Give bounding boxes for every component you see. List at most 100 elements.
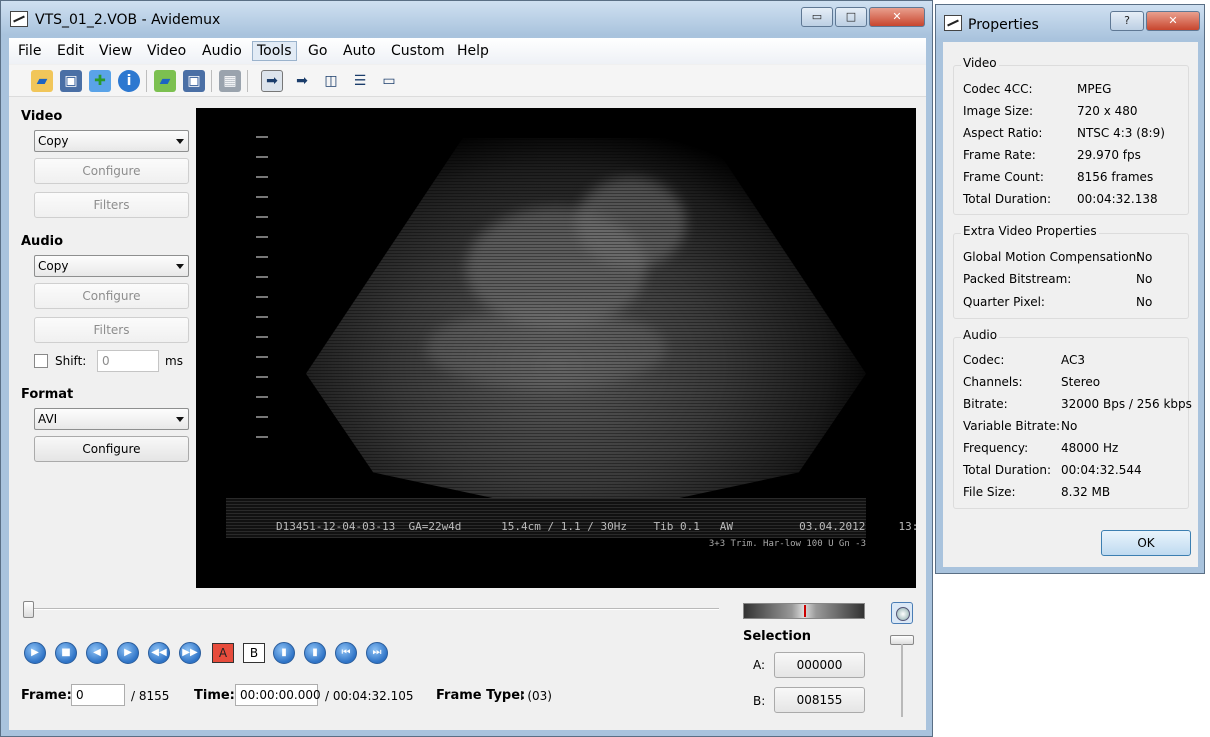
input-view-icon[interactable]: ➡ [291,70,313,92]
save-file-icon[interactable]: ▣ [60,70,82,92]
shift-checkbox[interactable] [34,354,48,368]
variable-bitrate-label: Variable Bitrate: [963,419,1061,433]
next-black-frame-icon[interactable]: ▮ [304,642,326,664]
video-filters-button[interactable]: Filters [34,192,189,218]
jog-shuttle[interactable] [743,603,865,619]
frame-count-label: Frame Count: [963,170,1044,184]
main-client-area: File Edit View Video Audio Tools Go Auto… [9,38,926,730]
frame-type-value: I (03) [520,689,552,703]
selection-a-button[interactable]: 000000 [774,652,865,678]
properties-content: Video Codec 4CC: MPEG Image Size: 720 x … [943,42,1198,567]
audio-group-title: Audio [961,328,1000,342]
audio-section-label: Audio [21,234,64,249]
menu-tools[interactable]: Tools [252,41,297,61]
open-file-icon[interactable]: ▰ [31,70,53,92]
preview-icon[interactable]: ▭ [378,70,400,92]
frequency-value: 48000 Hz [1061,441,1119,455]
video-codec-select[interactable]: Copy [34,130,189,152]
help-button[interactable]: ? [1110,11,1144,31]
toolbar-separator [211,70,212,92]
shift-value: 0 [102,354,110,368]
gmc-label: Global Motion Compensation: [963,250,1141,264]
menu-edit[interactable]: Edit [53,42,88,62]
audio-configure-button[interactable]: Configure [34,283,189,309]
prev-keyframe-icon[interactable]: ◀◀ [148,642,170,664]
channels-value: Stereo [1061,375,1101,389]
bitrate-value: 32000 Bps / 256 kbps [1061,397,1192,411]
properties-close-button[interactable]: ✕ [1146,11,1200,31]
gmc-value: No [1136,250,1153,264]
codec-4cc-value: MPEG [1077,82,1112,96]
timeline-handle[interactable] [23,601,34,618]
close-button[interactable]: ✕ [869,7,925,27]
bitrate-label: Bitrate: [963,397,1008,411]
file-size-value: 8.32 MB [1061,485,1111,499]
info-icon[interactable]: i [118,70,140,92]
menu-file[interactable]: File [14,42,45,62]
set-marker-b-button[interactable]: B [243,643,265,663]
prev-black-frame-icon[interactable]: ▮ [273,642,295,664]
frame-rate-value: 29.970 fps [1077,148,1141,162]
menu-view[interactable]: View [95,42,136,62]
chevron-down-icon [176,139,184,144]
marker-b-label: B [249,646,259,660]
selection-label: Selection [743,629,812,644]
menu-help[interactable]: Help [453,42,493,62]
volume-icon[interactable] [891,602,913,624]
marker-a-label: A [218,646,228,660]
menu-video[interactable]: Video [143,42,190,62]
format-select[interactable]: AVI [34,408,189,430]
menu-go[interactable]: Go [304,42,331,62]
play-icon[interactable]: ▶ [24,642,46,664]
frame-input[interactable]: 0 [71,684,125,706]
next-frame-icon[interactable]: ▶ [117,642,139,664]
video-overlay-side: 3+3 Trim. Har-low 100 U Gn -3 [708,539,866,549]
go-last-frame-icon[interactable]: ⏭ [366,642,388,664]
time-input[interactable]: 00:00:00.000 [235,684,321,706]
audio-codec-select[interactable]: Copy [34,255,189,277]
chevron-down-icon [176,417,184,422]
audio-filters-button[interactable]: Filters [34,317,189,343]
quarter-pixel-label: Quarter Pixel: [963,295,1045,309]
video-section-label: Video [21,109,63,124]
side-by-side-icon[interactable]: ◫ [320,70,342,92]
properties-title: Properties [968,17,1039,33]
go-first-frame-icon[interactable]: ⏮ [335,642,357,664]
prev-frame-icon[interactable]: ◀ [86,642,108,664]
window-title: VTS_01_2.VOB - Avidemux [35,12,221,28]
avidemux-app-icon [944,15,962,31]
ok-button[interactable]: OK [1101,530,1191,556]
top-bottom-icon[interactable]: ☰ [349,70,371,92]
extra-group-title: Extra Video Properties [961,224,1099,238]
selection-b-button[interactable]: 008155 [774,687,865,713]
maximize-button[interactable]: □ [835,7,867,27]
aspect-ratio-value: NTSC 4:3 (8:9) [1077,126,1165,140]
time-total: / 00:04:32.105 [325,689,414,703]
minimize-button[interactable]: ▭ [801,7,833,27]
menu-audio[interactable]: Audio [198,42,246,62]
next-keyframe-icon[interactable]: ▶▶ [179,642,201,664]
video-configure-button[interactable]: Configure [34,158,189,184]
calculator-icon[interactable]: ▦ [219,70,241,92]
frame-count-value: 8156 frames [1077,170,1154,184]
open-folder-icon[interactable]: ▰ [154,70,176,92]
menu-custom[interactable]: Custom [387,42,449,62]
chevron-down-icon [176,264,184,269]
stop-icon[interactable]: ■ [55,642,77,664]
save-project-icon[interactable]: ▣ [183,70,205,92]
toolbar-separator [146,70,147,92]
image-size-label: Image Size: [963,104,1034,118]
volume-slider-track[interactable] [901,644,903,717]
shift-label: Shift: [55,354,87,368]
frame-label: Frame: [21,688,72,703]
timeline-track[interactable] [29,608,719,610]
shift-spinbox[interactable]: 0 [97,350,159,372]
depth-scale [256,118,268,448]
image-size-value: 720 x 480 [1077,104,1138,118]
append-file-icon[interactable]: ✚ [89,70,111,92]
menu-auto[interactable]: Auto [339,42,380,62]
video-codec-value: Copy [38,134,69,148]
output-view-icon[interactable]: ➡ [261,70,283,92]
format-configure-button[interactable]: Configure [34,436,189,462]
set-marker-a-button[interactable]: A [212,643,234,663]
